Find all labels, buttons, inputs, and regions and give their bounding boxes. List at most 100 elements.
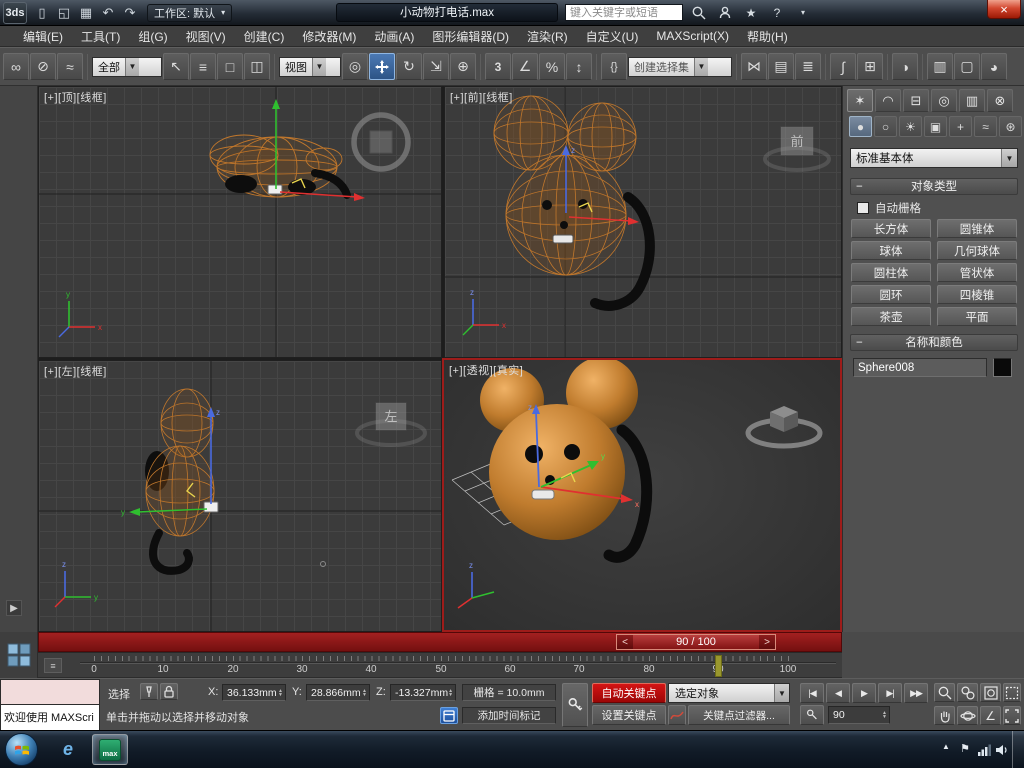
prev-frame-arrow[interactable]: <: [617, 635, 633, 649]
menu-group[interactable]: 组(G): [129, 26, 176, 47]
max-logo-icon[interactable]: 3ds: [3, 2, 27, 24]
tab-modify-icon[interactable]: ◠: [875, 89, 901, 112]
tray-hidden-icons-chevron[interactable]: ▲: [942, 742, 950, 751]
sub-geometry-icon[interactable]: ●: [849, 116, 872, 137]
y-coord-field[interactable]: 28.866mm ▲▼: [306, 684, 370, 701]
spinner-icon[interactable]: ▲▼: [278, 689, 283, 697]
tray-flag-icon[interactable]: ⚑: [960, 742, 970, 755]
close-button[interactable]: ×: [987, 0, 1021, 19]
object-name-field[interactable]: [853, 358, 987, 377]
sub-systems-icon[interactable]: ⊛: [999, 116, 1022, 137]
menu-customize[interactable]: 自定义(U): [577, 26, 648, 47]
next-frame-button[interactable]: ▶|: [878, 683, 902, 703]
menu-animation[interactable]: 动画(A): [365, 26, 423, 47]
primitive-category-dropdown[interactable]: 标准基本体 ▼: [850, 148, 1018, 168]
menu-graph-editors[interactable]: 图形编辑器(D): [423, 26, 518, 47]
redo-button[interactable]: ↷: [119, 3, 141, 23]
workspace-dropdown[interactable]: 工作区: 默认 ▾: [147, 4, 232, 22]
help-icon[interactable]: ?: [766, 3, 788, 22]
menu-create[interactable]: 创建(C): [235, 26, 294, 47]
menu-maxscript[interactable]: MAXScript(X): [647, 27, 738, 45]
primitive-button[interactable]: 圆环: [851, 285, 931, 304]
menu-edit[interactable]: 编辑(E): [14, 26, 72, 47]
named-selection-sets-dropdown[interactable]: 创建选择集 ▼: [628, 57, 732, 77]
zoom-all-icon[interactable]: [957, 683, 978, 702]
tab-create-icon[interactable]: ✶: [847, 89, 873, 112]
viewport-perspective[interactable]: [+][透视][真实]: [442, 358, 842, 632]
maxscript-listener[interactable]: 欢迎使用 MAXScri: [0, 704, 100, 731]
spinner-icon[interactable]: ▲▼: [448, 689, 453, 697]
use-pivot-center-icon[interactable]: ◎: [342, 53, 368, 80]
angle-snap-icon[interactable]: ∠: [512, 53, 538, 80]
viewport-top-label[interactable]: [+][顶][线框]: [44, 89, 107, 105]
maxscript-listener-macro[interactable]: [0, 679, 100, 704]
new-file-button[interactable]: ▯: [31, 3, 53, 23]
show-desktop-button[interactable]: [1012, 731, 1024, 768]
sub-helpers-icon[interactable]: +: [949, 116, 972, 137]
tab-display-icon[interactable]: ▥: [959, 89, 985, 112]
rollout-object-type[interactable]: − 对象类型: [850, 178, 1018, 195]
schematic-view-icon[interactable]: ⊞: [857, 53, 883, 80]
sub-cameras-icon[interactable]: ▣: [924, 116, 947, 137]
lock-selection-icon[interactable]: [160, 683, 178, 700]
align-icon[interactable]: ▤: [768, 53, 794, 80]
mini-curve-toggle-icon[interactable]: ≡: [44, 658, 62, 673]
search-input[interactable]: [565, 4, 683, 21]
spinner-icon[interactable]: ▲▼: [882, 711, 887, 719]
reference-coordsys-dropdown[interactable]: 视图 ▼: [279, 57, 341, 77]
primitive-button[interactable]: 长方体: [851, 219, 931, 238]
viewport-left[interactable]: [+][左][线框] 左: [38, 360, 442, 632]
current-frame-marker[interactable]: [715, 655, 722, 677]
select-and-rotate-icon[interactable]: ↻: [396, 53, 422, 80]
tab-utilities-icon[interactable]: ⊗: [987, 89, 1013, 112]
layer-manager-icon[interactable]: ≣: [795, 53, 821, 80]
taskbar-3dsmax-button[interactable]: max: [92, 734, 128, 765]
primitive-button[interactable]: 平面: [937, 307, 1017, 326]
go-to-start-button[interactable]: |◀: [800, 683, 824, 703]
save-file-button[interactable]: ▦: [75, 3, 97, 23]
menu-help[interactable]: 帮助(H): [738, 26, 797, 47]
time-tag-icon[interactable]: [440, 707, 458, 724]
menu-tools[interactable]: 工具(T): [72, 26, 129, 47]
z-coord-field[interactable]: -13.327mm ▲▼: [390, 684, 456, 701]
select-and-manipulate-icon[interactable]: ⊕: [450, 53, 476, 80]
set-keys-key-icon[interactable]: [562, 683, 588, 727]
selection-filter-dropdown[interactable]: 全部 ▼: [92, 57, 162, 77]
x-coord-field[interactable]: 36.133mm ▲▼: [222, 684, 286, 701]
open-file-button[interactable]: ◱: [53, 3, 75, 23]
zoom-extents-icon[interactable]: [980, 683, 1001, 702]
edit-named-sets-icon[interactable]: {}: [601, 53, 627, 80]
favorites-star-icon[interactable]: ★: [740, 3, 762, 22]
sub-lights-icon[interactable]: ☀: [899, 116, 922, 137]
viewport-top[interactable]: [+][顶][线框]: [38, 86, 442, 358]
search-icon[interactable]: [688, 3, 710, 22]
select-link-icon[interactable]: ∞: [3, 53, 29, 80]
tab-hierarchy-icon[interactable]: ⊟: [903, 89, 929, 112]
field-of-view-icon[interactable]: ∠: [980, 706, 1001, 725]
orbit-icon[interactable]: [957, 706, 978, 725]
autogrid-checkbox[interactable]: [857, 202, 869, 214]
tab-motion-icon[interactable]: ◎: [931, 89, 957, 112]
sub-shapes-icon[interactable]: ○: [874, 116, 897, 137]
primitive-button[interactable]: 圆锥体: [937, 219, 1017, 238]
sub-spacewarps-icon[interactable]: ≈: [974, 116, 997, 137]
key-filters-curve-icon[interactable]: [668, 705, 686, 725]
select-by-name-icon[interactable]: ≡: [190, 53, 216, 80]
render-setup-icon[interactable]: ▥: [927, 53, 953, 80]
material-editor-icon[interactable]: ◑: [892, 53, 918, 80]
sign-in-icon[interactable]: [714, 3, 736, 22]
primitive-button[interactable]: 几何球体: [937, 241, 1017, 260]
bind-spacewarp-icon[interactable]: ≈: [57, 53, 83, 80]
viewport-front-label[interactable]: [+][前][线框]: [450, 89, 513, 105]
rendered-frame-icon[interactable]: ▢: [954, 53, 980, 80]
mirror-icon[interactable]: ⋈: [741, 53, 767, 80]
previous-frame-button[interactable]: ◀: [826, 683, 850, 703]
maximize-viewport-icon[interactable]: [1003, 706, 1021, 725]
start-button[interactable]: [5, 733, 38, 766]
select-and-move-icon[interactable]: [369, 53, 395, 80]
percent-snap-icon[interactable]: %: [539, 53, 565, 80]
viewport-left-label[interactable]: [+][左][线框]: [44, 363, 107, 379]
key-filters-button[interactable]: 关键点过滤器...: [688, 705, 790, 725]
primitive-button[interactable]: 茶壶: [851, 307, 931, 326]
viewport-persp-label[interactable]: [+][透视][真实]: [449, 362, 523, 378]
